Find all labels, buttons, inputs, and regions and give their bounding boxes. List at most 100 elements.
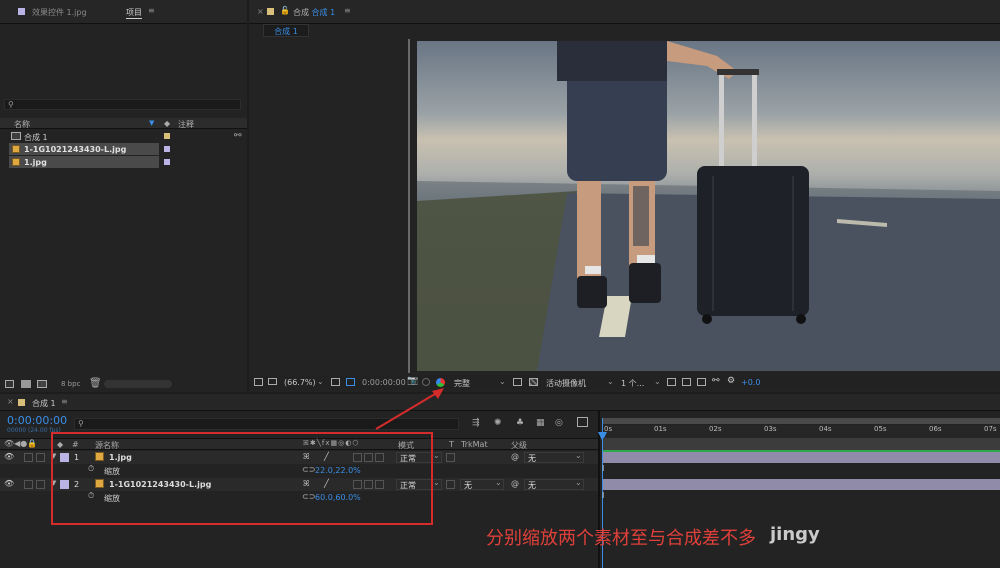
lock-icon[interactable]: 🔓 <box>280 6 290 15</box>
project-bottom-toolbar: 8 bpc 🗑 <box>0 377 247 391</box>
exposure-value[interactable]: +0.0 <box>741 378 760 387</box>
image-file-icon <box>12 158 20 166</box>
parent-pickwhip-icon[interactable]: @ <box>511 452 519 461</box>
layer-duration-bar[interactable] <box>603 479 1000 490</box>
preserve-transparency-toggle[interactable] <box>446 480 455 489</box>
region-of-interest-icon[interactable] <box>513 378 522 386</box>
project-item-footage[interactable]: 1.jpg <box>0 156 247 169</box>
project-panel: 效果控件 1.jpg 项目 ≡ ⚲ 名称 ▼ ◆ 注释 合成 1 ⚯ 1-1G1… <box>0 0 247 392</box>
work-area-bar[interactable] <box>603 418 1000 424</box>
parent-dropdown[interactable]: 无 ⌄ <box>524 478 584 490</box>
timeline-tab-label[interactable]: 合成 1 <box>32 398 56 409</box>
views-dropdown[interactable]: 1 个... <box>621 378 644 389</box>
comp-swatch <box>267 8 274 15</box>
solo-toggle[interactable] <box>24 480 33 489</box>
chevron-down-icon: ⌄ <box>433 478 440 487</box>
comp-subtab[interactable]: 合成 1 <box>263 24 309 37</box>
eye-icon[interactable]: 👁 <box>4 479 14 488</box>
new-comp-icon[interactable] <box>37 380 47 388</box>
col-parent[interactable]: 父级 <box>511 440 527 451</box>
resolution-dropdown[interactable]: 完整 <box>454 378 470 389</box>
comp-tab-label[interactable]: 合成 合成 1 <box>293 7 335 18</box>
trkmat-dropdown[interactable]: 无 ⌄ <box>460 478 504 490</box>
motion-blur-icon[interactable]: ◎ <box>555 418 563 428</box>
time-ruler[interactable]: 0s 01s 02s 03s 04s 05s 06s 07s <box>603 425 1000 439</box>
comp-tabbar: × 🔓 合成 合成 1 ≡ <box>249 0 1000 24</box>
thumbnail-slider[interactable] <box>104 380 172 388</box>
eye-icon[interactable]: 👁 <box>4 452 14 461</box>
lock-toggle[interactable] <box>36 453 45 462</box>
zoom-dropdown[interactable]: (66.7%) <box>284 378 316 387</box>
safe-margins-icon[interactable] <box>331 378 340 386</box>
always-preview-icon[interactable] <box>254 378 263 386</box>
close-icon[interactable]: × <box>7 397 14 406</box>
tab-effect-controls[interactable]: 效果控件 1.jpg <box>32 7 87 18</box>
tab-project[interactable]: 项目 <box>126 7 142 19</box>
preserve-transparency-toggle[interactable] <box>446 453 455 462</box>
shy-icon[interactable]: ♣ <box>516 418 524 428</box>
annotation-arrow <box>375 388 444 430</box>
comp-swatch <box>18 399 25 406</box>
project-item-label: 1-1G1021243430-L.jpg <box>24 145 127 154</box>
project-item-comp[interactable]: 合成 1 ⚯ <box>0 130 247 143</box>
mask-icon[interactable] <box>346 378 355 386</box>
trash-icon[interactable]: 🗑 <box>89 378 102 389</box>
panel-menu-icon[interactable]: ≡ <box>148 6 155 15</box>
layer-duration-bar[interactable] <box>603 452 1000 463</box>
chevron-down-icon: ⌄ <box>433 451 440 460</box>
sort-arrow-icon[interactable]: ▼ <box>149 119 154 127</box>
timeline-icon[interactable] <box>697 378 706 386</box>
project-item-label: 合成 1 <box>24 133 48 142</box>
draft-3d-icon[interactable]: ✺ <box>494 418 502 428</box>
bpc-label[interactable]: 8 bpc <box>61 380 80 388</box>
camera-dropdown[interactable]: 活动摄像机 <box>546 378 586 389</box>
reset-exposure-icon[interactable]: ⚙ <box>727 376 735 386</box>
ruler-label: 07s <box>984 425 997 433</box>
search-icon: ⚲ <box>78 419 84 428</box>
parent-dropdown[interactable]: 无 ⌄ <box>524 451 584 463</box>
annotation-highlight-box <box>51 432 433 525</box>
timeline-current-time[interactable]: 0:00:00:00 <box>7 414 67 427</box>
interpret-footage-icon[interactable] <box>5 380 14 388</box>
lock-toggle[interactable] <box>36 480 45 489</box>
panel-menu-icon[interactable]: ≡ <box>344 6 351 15</box>
chevron-down-icon: ⌄ <box>654 377 661 386</box>
fast-preview-icon[interactable] <box>682 378 691 386</box>
ruler-label: 01s <box>654 425 667 433</box>
flowchart-icon[interactable]: ⚯ <box>712 376 720 386</box>
col-name-label[interactable]: 名称 <box>14 119 30 130</box>
transparency-grid-icon[interactable] <box>529 378 538 386</box>
panel-menu-icon[interactable]: ≡ <box>61 397 68 406</box>
comp-mini-flowchart-icon[interactable]: ⇶ <box>472 418 480 428</box>
label-swatch <box>164 146 170 152</box>
new-folder-icon[interactable] <box>21 380 31 388</box>
project-search-input[interactable]: ⚲ <box>4 99 241 110</box>
annotation-caption: 分别缩放两个素材至与合成差不多 <box>486 528 756 549</box>
trkmat-value: 无 <box>464 481 472 490</box>
label-swatch <box>164 133 170 139</box>
ruler-label: 02s <box>709 425 722 433</box>
comp-track-bar <box>603 438 1000 450</box>
chevron-down-icon: ⌄ <box>607 377 614 386</box>
project-item-footage[interactable]: 1-1G1021243430-L.jpg <box>0 143 247 156</box>
flowchart-icon[interactable]: ⚯ <box>234 131 242 141</box>
toggle-pixel-icon[interactable] <box>667 378 676 386</box>
col-comment-label[interactable]: 注释 <box>178 119 194 130</box>
col-trkmat[interactable]: TrkMat <box>461 440 488 449</box>
image-file-icon <box>12 145 20 153</box>
graph-editor-icon[interactable] <box>577 417 588 427</box>
search-icon: ⚲ <box>8 100 14 109</box>
label-swatch <box>164 159 170 165</box>
monitor-icon[interactable] <box>268 378 277 385</box>
frame-blend-icon[interactable]: ▦ <box>536 418 545 428</box>
chevron-down-icon: ⌄ <box>575 478 582 487</box>
label-tag-icon[interactable]: ◆ <box>164 119 170 128</box>
keyframe-marker-icon: I <box>602 491 605 500</box>
chevron-down-icon: ⌄ <box>495 478 502 487</box>
parent-value: 无 <box>528 454 536 463</box>
solo-toggle[interactable] <box>24 453 33 462</box>
parent-pickwhip-icon[interactable]: @ <box>511 479 519 488</box>
viewer-area[interactable] <box>249 39 1000 373</box>
close-icon[interactable]: × <box>257 7 264 16</box>
timeline-tabbar: × 合成 1 ≡ <box>0 394 1000 411</box>
